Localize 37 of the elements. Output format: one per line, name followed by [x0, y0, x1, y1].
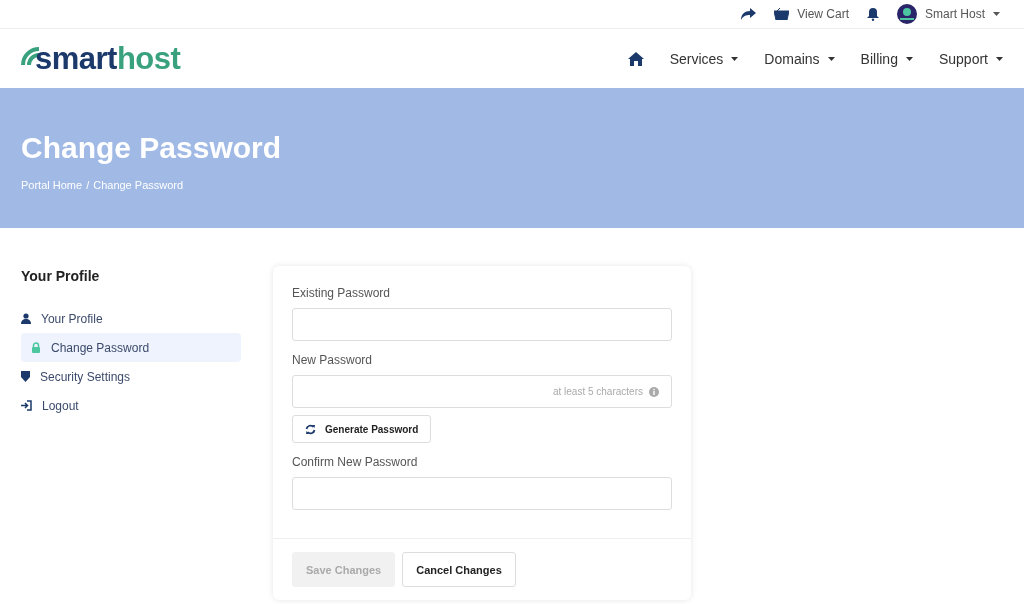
home-icon[interactable] — [627, 51, 644, 66]
cancel-button[interactable]: Cancel Changes — [402, 552, 516, 587]
sidebar-title: Your Profile — [21, 267, 101, 284]
field-label: New Password — [292, 353, 374, 367]
smarthost-logo[interactable]: smarthost — [21, 40, 181, 77]
caret-icon — [993, 12, 1000, 16]
page-title: Change Password — [21, 131, 283, 165]
shield-icon — [21, 371, 30, 382]
nav-menu-item[interactable]: Services — [669, 50, 739, 67]
logout-icon — [21, 400, 32, 411]
field-hint: at least 5 characters — [552, 386, 643, 397]
lock-icon — [31, 342, 41, 353]
field-label: Confirm New Password — [292, 455, 419, 469]
nav-menu-item[interactable]: Support — [938, 50, 1003, 67]
refresh-icon — [305, 423, 316, 435]
breadcrumb-item: Change Password — [93, 179, 184, 191]
share-arrow-icon[interactable] — [741, 8, 757, 20]
sidebar-item[interactable]: Your Profile — [21, 304, 241, 333]
breadcrumb-separator: / — [86, 179, 90, 191]
view-cart-link[interactable]: View Cart — [774, 7, 849, 21]
field-label: Existing Password — [292, 286, 392, 300]
nav-menu-item[interactable]: Billing — [860, 50, 913, 67]
caret-icon — [827, 56, 835, 61]
sidebar-item[interactable]: Security Settings — [21, 362, 241, 391]
info-icon — [649, 386, 659, 397]
caret-icon — [731, 56, 739, 61]
sidebar-item[interactable]: Change Password — [21, 333, 241, 362]
bell-icon[interactable] — [867, 7, 879, 21]
caret-icon — [996, 56, 1003, 61]
caret-icon — [905, 56, 913, 61]
basket-icon — [774, 8, 790, 20]
generate-password-button[interactable]: Generate Password — [292, 415, 432, 443]
sidebar-item[interactable]: Logout — [21, 391, 241, 420]
account-menu[interactable]: Smart Host — [897, 4, 1000, 24]
avatar-icon — [897, 4, 917, 24]
user-icon — [21, 313, 31, 324]
nav-menu-item[interactable]: Domains — [764, 50, 835, 67]
